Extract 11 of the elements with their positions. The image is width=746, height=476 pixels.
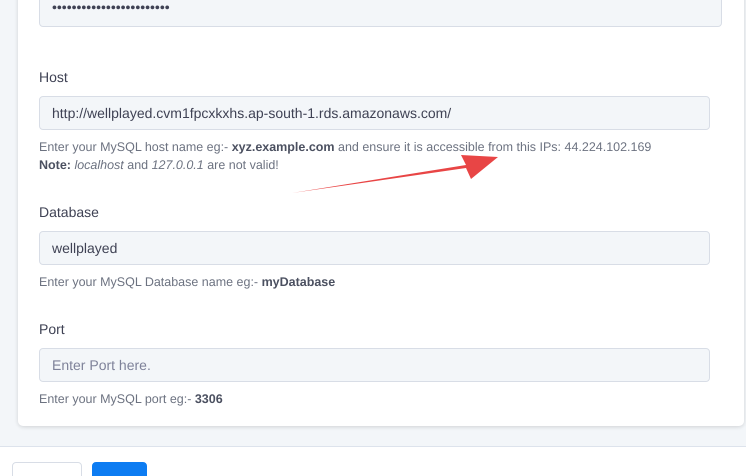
input-field[interactable]: Enter Port here. (39, 348, 710, 382)
hint-text: Note: localhost and 127.0.0.1 are not valid! (39, 157, 280, 174)
input-field[interactable]: http://wellplayed.cvm1fpcxkxhs.ap-south-1.rds.amazonaws.com/ (39, 96, 710, 130)
input-field[interactable]: wellplayed (39, 231, 710, 265)
field-label: Port (39, 320, 66, 339)
hint-text: Enter your MySQL port eg:- 3306 (39, 391, 224, 408)
password-field[interactable]: •••••••••••••••••••••••• (39, 0, 722, 27)
field-label: Host (39, 68, 69, 87)
hint-text: Enter your MySQL host name eg:- xyz.example.com and ensure it is accessible from this IPs: 44.224.102.169 (39, 139, 652, 156)
hint-text: Enter your MySQL Database name eg:- myDatabase (39, 274, 336, 291)
field-label: Database (39, 203, 100, 222)
